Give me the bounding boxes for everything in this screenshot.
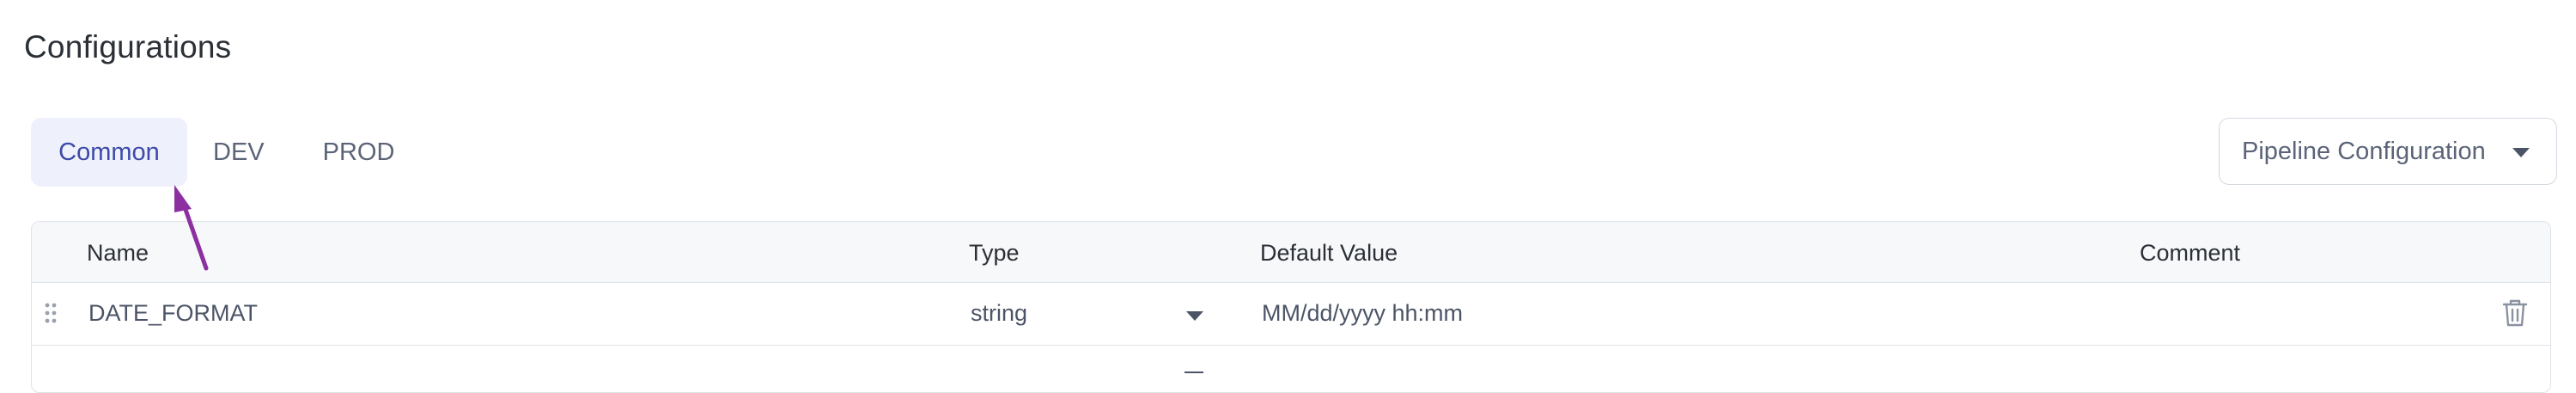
trash-icon[interactable] [2502, 298, 2528, 328]
page-title: Configurations [24, 29, 232, 64]
table-row [32, 346, 2550, 392]
column-header-default-value: Default Value [1260, 240, 1398, 266]
table-row: DATE_FORMAT string MM/dd/yyyy hh:mm [32, 283, 2550, 346]
pipeline-configuration-dropdown[interactable]: Pipeline Configuration [2219, 118, 2557, 185]
environment-tabs: Common DEV PROD [31, 118, 394, 187]
chevron-down-icon [2512, 148, 2530, 157]
table-header: Name Type Default Value Comment [32, 222, 2550, 283]
name-field[interactable]: DATE_FORMAT [88, 300, 258, 327]
dropdown-value: Pipeline Configuration [2242, 137, 2486, 165]
tab-dev[interactable]: DEV [213, 118, 265, 187]
chevron-down-icon[interactable] [1185, 310, 1204, 322]
drag-handle-icon[interactable] [44, 302, 58, 324]
column-header-name: Name [87, 240, 149, 266]
column-header-comment: Comment [2140, 240, 2241, 266]
column-header-type: Type [969, 240, 1020, 266]
type-select[interactable]: string [971, 300, 1027, 327]
default-value-field[interactable]: MM/dd/yyyy hh:mm [1262, 300, 1463, 327]
row-partial-icon [1184, 372, 1203, 373]
tab-common[interactable]: Common [31, 118, 187, 187]
configuration-table: Name Type Default Value Comment DATE_FOR… [31, 221, 2551, 393]
tab-prod[interactable]: PROD [323, 118, 395, 187]
